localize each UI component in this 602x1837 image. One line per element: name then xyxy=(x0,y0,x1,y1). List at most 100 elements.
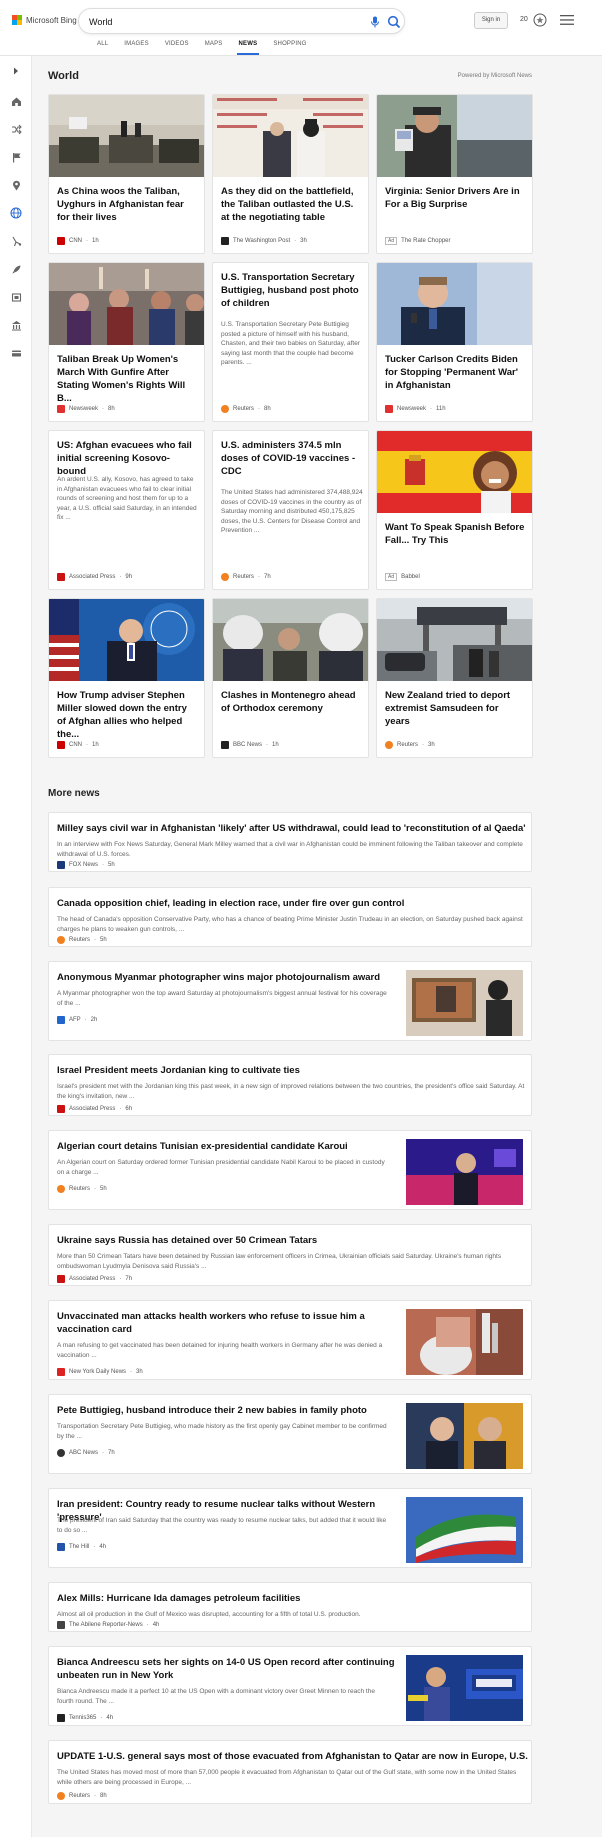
card-title[interactable]: As China woos the Taliban, Uyghurs in Af… xyxy=(57,185,197,224)
ad-card[interactable]: Want To Speak Spanish Before Fall... Try… xyxy=(376,430,533,590)
rewards-count[interactable]: 20 xyxy=(520,16,528,23)
list-item[interactable]: Unvaccinated man attacks health workers … xyxy=(48,1300,532,1380)
bing-logo[interactable]: Microsoft Bing xyxy=(12,15,77,25)
reuters-logo-icon xyxy=(385,741,393,749)
card-title[interactable]: How Trump adviser Stephen Miller slowed … xyxy=(57,689,197,741)
science-icon[interactable] xyxy=(9,234,23,248)
news-source: New York Daily News · 3h xyxy=(57,1368,143,1376)
card-source: Newsweek · 8h xyxy=(57,405,115,413)
news-card[interactable]: Tucker Carlson Credits Biden for Stoppin… xyxy=(376,262,533,422)
search-box xyxy=(78,8,405,34)
list-item[interactable]: Iran president: Country ready to resume … xyxy=(48,1488,532,1568)
tab-shopping[interactable]: SHOPPING xyxy=(265,38,314,50)
tab-news[interactable]: NEWS xyxy=(231,38,266,55)
source-time: 5h xyxy=(100,937,107,943)
news-card[interactable]: U.S. Transportation Secretary Buttigieg,… xyxy=(212,262,369,422)
card-title[interactable]: U.S. Transportation Secretary Buttigieg,… xyxy=(221,271,361,310)
news-snippet: Transportation Secretary Pete Buttigieg,… xyxy=(57,1423,387,1440)
rewards-medal-icon[interactable] xyxy=(532,12,548,28)
card-title[interactable]: Taliban Break Up Women's March With Gunf… xyxy=(57,353,197,405)
news-card[interactable]: How Trump adviser Stephen Miller slowed … xyxy=(48,598,205,758)
location-pin-icon[interactable] xyxy=(9,178,23,192)
tab-maps[interactable]: MAPS xyxy=(197,38,231,50)
news-card[interactable]: Taliban Break Up Women's March With Gunf… xyxy=(48,262,205,422)
section-title: World xyxy=(48,70,79,82)
card-snippet: U.S. Transportation Secretary Pete Butti… xyxy=(221,321,360,366)
list-item[interactable]: Anonymous Myanmar photographer wins majo… xyxy=(48,961,532,1041)
list-item[interactable]: Ukraine says Russia has detained over 50… xyxy=(48,1224,532,1286)
source-time: 5h xyxy=(100,1186,107,1192)
news-card[interactable]: Clashes in Montenegro ahead of Orthodox … xyxy=(212,598,369,758)
source-name: Babbel xyxy=(401,574,420,580)
list-item[interactable]: Alex Mills: Hurricane Ida damages petrol… xyxy=(48,1582,532,1632)
news-title[interactable]: Ukraine says Russia has detained over 50… xyxy=(57,1234,317,1247)
ad-label: Ad xyxy=(385,237,398,245)
news-title[interactable]: Milley says civil war in Afghanistan 'li… xyxy=(57,822,526,835)
list-item[interactable]: Milley says civil war in Afghanistan 'li… xyxy=(48,812,532,872)
source-time: 4h xyxy=(152,1622,160,1628)
news-title[interactable]: Algerian court detains Tunisian ex-presi… xyxy=(57,1140,387,1153)
source-time: 4h xyxy=(99,1544,107,1550)
ad-card[interactable]: Virginia: Senior Drivers Are in For a Bi… xyxy=(376,94,533,254)
list-item[interactable]: Israel President meets Jordanian king to… xyxy=(48,1054,532,1116)
source-name: New York Daily News xyxy=(69,1369,127,1375)
hamburger-menu-icon[interactable] xyxy=(560,14,574,26)
list-item[interactable]: UPDATE 1-U.S. general says most of those… xyxy=(48,1740,532,1804)
news-title[interactable]: Alex Mills: Hurricane Ida damages petrol… xyxy=(57,1592,300,1605)
list-item[interactable]: Canada opposition chief, leading in elec… xyxy=(48,887,532,947)
source-time: 4h xyxy=(106,1715,114,1721)
news-source: AFP · 2h xyxy=(57,1016,97,1024)
list-item[interactable]: Bianca Andreescu sets her sights on 14-0… xyxy=(48,1646,532,1726)
source-name: Newsweek xyxy=(397,406,427,412)
finance-icon[interactable] xyxy=(9,318,23,332)
card-title[interactable]: Tucker Carlson Credits Biden for Stoppin… xyxy=(385,353,525,392)
card-title[interactable]: US: Afghan evacuees who fail initial scr… xyxy=(57,439,197,478)
list-item[interactable]: Pete Buttigieg, husband introduce their … xyxy=(48,1394,532,1474)
card-source: CNN · 1h xyxy=(57,741,99,749)
card-title[interactable]: Clashes in Montenegro ahead of Orthodox … xyxy=(221,689,361,715)
tab-images[interactable]: IMAGES xyxy=(116,38,157,50)
news-title[interactable]: Pete Buttigieg, husband introduce their … xyxy=(57,1404,387,1417)
news-title[interactable]: Unvaccinated man attacks health workers … xyxy=(57,1310,397,1336)
card-image xyxy=(49,95,204,177)
news-card[interactable]: New Zealand tried to deport extremist Sa… xyxy=(376,598,533,758)
news-title[interactable]: Bianca Andreescu sets her sights on 14-0… xyxy=(57,1656,397,1682)
card-title[interactable]: New Zealand tried to deport extremist Sa… xyxy=(385,689,525,728)
card-title[interactable]: Virginia: Senior Drivers Are in For a Bi… xyxy=(385,185,525,211)
tennis365-logo-icon xyxy=(57,1714,65,1722)
rocket-icon[interactable] xyxy=(9,262,23,276)
news-title[interactable]: Israel President meets Jordanian king to… xyxy=(57,1064,300,1077)
news-source: Tennis365 · 4h xyxy=(57,1714,113,1722)
news-snippet: An Algerian court on Saturday ordered fo… xyxy=(57,1159,385,1176)
card-source: Ad Babbel xyxy=(385,573,420,581)
card-title[interactable]: As they did on the battlefield, the Tali… xyxy=(221,185,361,224)
news-title[interactable]: Canada opposition chief, leading in elec… xyxy=(57,897,404,910)
news-card[interactable]: US: Afghan evacuees who fail initial scr… xyxy=(48,430,205,590)
entertainment-icon[interactable] xyxy=(9,290,23,304)
tab-videos[interactable]: VIDEOS xyxy=(157,38,197,50)
search-icon[interactable] xyxy=(386,14,402,30)
news-source: Associated Press · 7h xyxy=(57,1275,132,1283)
search-input[interactable] xyxy=(89,14,349,30)
news-title[interactable]: Anonymous Myanmar photographer wins majo… xyxy=(57,971,387,984)
microphone-icon[interactable] xyxy=(368,15,382,29)
news-card[interactable]: As they did on the battlefield, the Tali… xyxy=(212,94,369,254)
shuffle-icon[interactable] xyxy=(9,122,23,136)
news-card[interactable]: U.S. administers 374.5 mln doses of COVI… xyxy=(212,430,369,590)
globe-icon[interactable] xyxy=(9,206,23,220)
tab-all[interactable]: ALL xyxy=(89,38,116,50)
card-title[interactable]: U.S. administers 374.5 mln doses of COVI… xyxy=(221,439,361,478)
list-item[interactable]: Algerian court detains Tunisian ex-presi… xyxy=(48,1130,532,1210)
news-title[interactable]: UPDATE 1-U.S. general says most of those… xyxy=(57,1750,528,1763)
flag-icon[interactable] xyxy=(9,150,23,164)
source-time: 2h xyxy=(90,1017,98,1023)
card-icon[interactable] xyxy=(9,346,23,360)
sign-in-button[interactable]: Sign in xyxy=(474,12,508,29)
collapse-arrow-icon[interactable] xyxy=(9,64,23,78)
news-card[interactable]: As China woos the Taliban, Uyghurs in Af… xyxy=(48,94,205,254)
news-thumbnail xyxy=(406,1139,523,1205)
reuters-logo-icon xyxy=(57,1185,65,1193)
card-title[interactable]: Want To Speak Spanish Before Fall... Try… xyxy=(385,521,525,547)
card-source: Reuters · 3h xyxy=(385,741,435,749)
home-icon[interactable] xyxy=(9,94,23,108)
